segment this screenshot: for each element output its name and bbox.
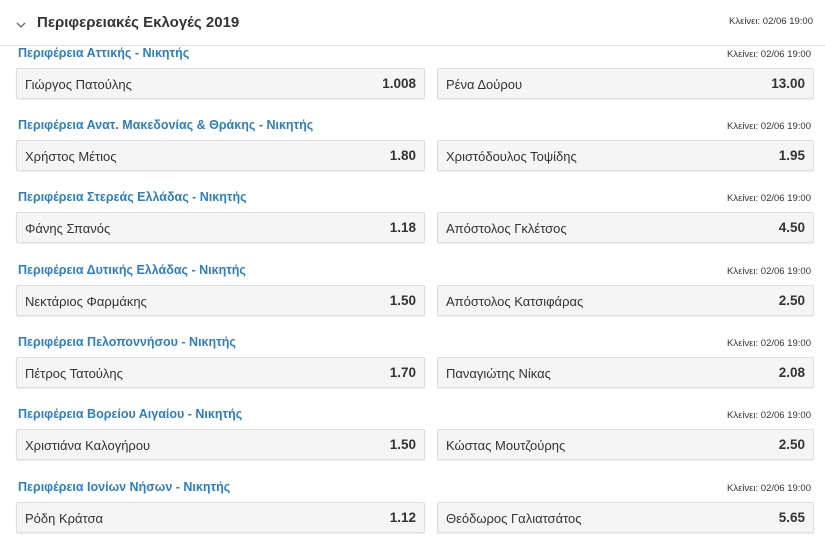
outcome-name: Χριστιάνα Καλογήρου bbox=[25, 438, 151, 453]
outcome-button[interactable]: Θεόδωρος Γαλιατσάτος 5.65 bbox=[437, 502, 814, 533]
outcome-odds: 13.00 bbox=[771, 76, 805, 91]
outcome-button[interactable]: Κώστας Μουτζούρης 2.50 bbox=[437, 429, 814, 460]
outcome-name: Φάνης Σπανός bbox=[25, 221, 111, 236]
outcome-button[interactable]: Χριστόδουλος Τοψίδης 1.95 bbox=[437, 140, 814, 171]
market-title[interactable]: Περιφέρεια Βορείου Αιγαίου - Νικητής bbox=[18, 407, 242, 421]
market-close-time: Κλείνει: 02/06 19:00 bbox=[727, 193, 811, 204]
outcome-odds: 1.12 bbox=[389, 510, 416, 525]
outcome-odds: 1.80 bbox=[389, 148, 416, 163]
market-attica: Περιφέρεια Αττικής - Νικητής Κλείνει: 02… bbox=[0, 46, 825, 118]
market-title[interactable]: Περιφέρεια Πελοποννήσου - Νικητής bbox=[18, 335, 236, 349]
outcome-odds: 1.008 bbox=[382, 76, 416, 91]
outcome-button[interactable]: Απόστολος Γκλέτσος 4.50 bbox=[437, 212, 814, 243]
market-close-time: Κλείνει: 02/06 19:00 bbox=[727, 338, 811, 349]
outcome-button[interactable]: Φάνης Σπανός 1.18 bbox=[16, 212, 425, 243]
outcome-odds: 2.50 bbox=[778, 293, 805, 308]
outcome-button[interactable]: Γιώργος Πατούλης 1.008 bbox=[16, 68, 425, 99]
market-title[interactable]: Περιφέρεια Ανατ. Μακεδονίας & Θράκης - Ν… bbox=[18, 118, 313, 132]
outcome-button[interactable]: Πέτρος Τατούλης 1.70 bbox=[16, 357, 425, 388]
outcome-button[interactable]: Νεκτάριος Φαρμάκης 1.50 bbox=[16, 285, 425, 316]
outcome-name: Απόστολος Κατσιφάρας bbox=[446, 294, 584, 309]
market-close-time: Κλείνει: 02/06 19:00 bbox=[727, 483, 811, 494]
outcome-name: Παναγιώτης Νίκας bbox=[446, 366, 551, 381]
market-ionian-islands: Περιφέρεια Ιονίων Νήσων - Νικητής Κλείνε… bbox=[0, 480, 825, 552]
outcome-button[interactable]: Χριστιάνα Καλογήρου 1.50 bbox=[16, 429, 425, 460]
market-title[interactable]: Περιφέρεια Αττικής - Νικητής bbox=[18, 46, 189, 60]
outcome-name: Νεκτάριος Φαρμάκης bbox=[25, 294, 147, 309]
outcome-name: Πέτρος Τατούλης bbox=[25, 366, 123, 381]
outcome-button[interactable]: Παναγιώτης Νίκας 2.08 bbox=[437, 357, 814, 388]
market-peloponnese: Περιφέρεια Πελοποννήσου - Νικητής Κλείνε… bbox=[0, 335, 825, 407]
market-east-macedonia-thrace: Περιφέρεια Ανατ. Μακεδονίας & Θράκης - Ν… bbox=[0, 118, 825, 190]
outcome-name: Απόστολος Γκλέτσος bbox=[446, 221, 567, 236]
outcome-odds: 2.50 bbox=[778, 437, 805, 452]
market-close-time: Κλείνει: 02/06 19:00 bbox=[727, 49, 811, 60]
outcome-name: Χρήστος Μέτιος bbox=[25, 149, 117, 164]
market-western-greece: Περιφέρεια Δυτικής Ελλάδας - Νικητής Κλε… bbox=[0, 263, 825, 335]
outcome-button[interactable]: Απόστολος Κατσιφάρας 2.50 bbox=[437, 285, 814, 316]
outcome-odds: 1.95 bbox=[778, 148, 805, 163]
outcome-name: Ρόδη Κράτσα bbox=[25, 511, 104, 526]
outcome-odds: 1.50 bbox=[389, 293, 416, 308]
outcome-odds: 4.50 bbox=[778, 220, 805, 235]
event-title: Περιφερειακές Εκλογές 2019 bbox=[37, 14, 240, 31]
event-close-time: Κλείνει: 02/06 19:00 bbox=[729, 16, 813, 27]
market-close-time: Κλείνει: 02/06 19:00 bbox=[727, 121, 811, 132]
outcome-name: Θεόδωρος Γαλιατσάτος bbox=[446, 511, 582, 526]
market-north-aegean: Περιφέρεια Βορείου Αιγαίου - Νικητής Κλε… bbox=[0, 407, 825, 479]
outcome-odds: 2.08 bbox=[778, 365, 805, 380]
outcome-name: Γιώργος Πατούλης bbox=[25, 77, 132, 92]
outcome-odds: 1.18 bbox=[389, 220, 416, 235]
market-close-time: Κλείνει: 02/06 19:00 bbox=[727, 266, 811, 277]
market-title[interactable]: Περιφέρεια Δυτικής Ελλάδας - Νικητής bbox=[18, 263, 246, 277]
outcome-name: Κώστας Μουτζούρης bbox=[446, 438, 566, 453]
outcome-odds: 1.70 bbox=[389, 365, 416, 380]
chevron-down-icon[interactable] bbox=[16, 17, 26, 28]
market-title[interactable]: Περιφέρεια Ιονίων Νήσων - Νικητής bbox=[18, 480, 230, 494]
outcome-odds: 5.65 bbox=[778, 510, 805, 525]
outcome-name: Χριστόδουλος Τοψίδης bbox=[446, 149, 577, 164]
market-central-greece: Περιφέρεια Στερεάς Ελλάδας - Νικητής Κλε… bbox=[0, 190, 825, 262]
event-header: Περιφερειακές Εκλογές 2019 Κλείνει: 02/0… bbox=[0, 0, 825, 46]
market-close-time: Κλείνει: 02/06 19:00 bbox=[727, 410, 811, 421]
market-title[interactable]: Περιφέρεια Στερεάς Ελλάδας - Νικητής bbox=[18, 190, 247, 204]
outcome-odds: 1.50 bbox=[389, 437, 416, 452]
outcome-button[interactable]: Ρένα Δούρου 13.00 bbox=[437, 68, 814, 99]
outcome-name: Ρένα Δούρου bbox=[446, 77, 523, 92]
outcome-button[interactable]: Ρόδη Κράτσα 1.12 bbox=[16, 502, 425, 533]
outcome-button[interactable]: Χρήστος Μέτιος 1.80 bbox=[16, 140, 425, 171]
